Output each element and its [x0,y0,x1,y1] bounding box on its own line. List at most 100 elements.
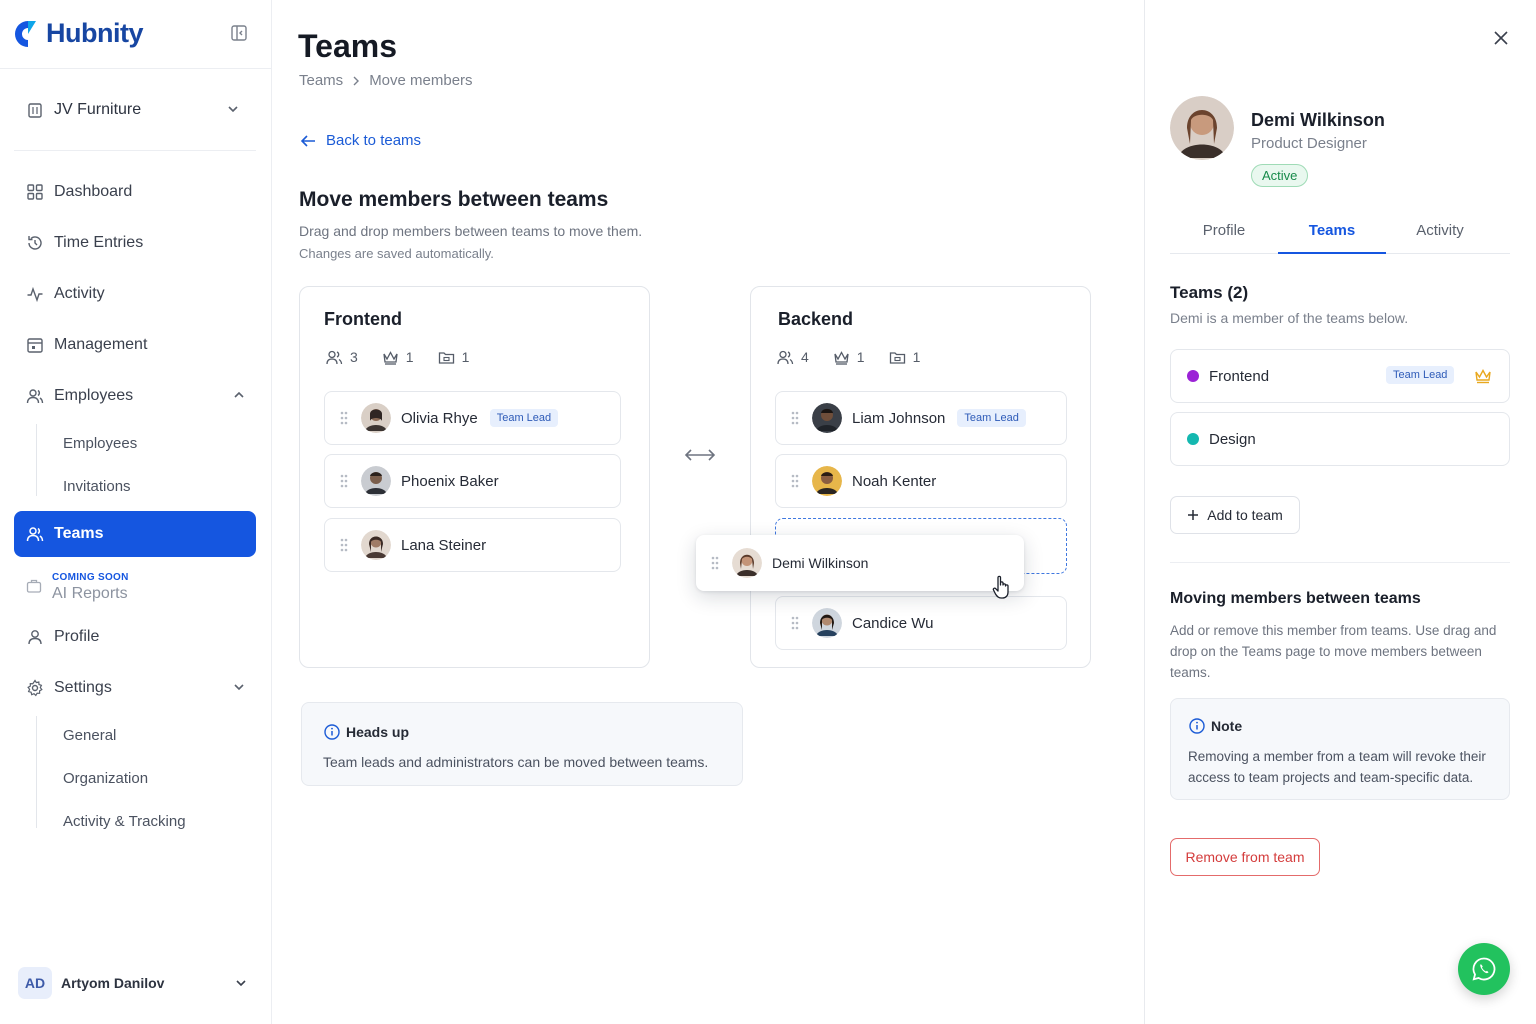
back-to-teams-link[interactable]: Back to teams [300,132,421,149]
sidebar-collapse-icon[interactable] [230,24,248,42]
status-badge: Active [1251,164,1309,187]
sidebar-item-activity[interactable]: Activity [14,271,256,317]
sidebar-item-management[interactable]: Management [14,322,256,368]
member-card[interactable]: Phoenix Baker [324,454,621,508]
sidebar-subitem-organization[interactable]: Organization [63,770,148,787]
member-count: 4 [801,349,809,365]
breadcrumb: Teams Move members [299,72,473,89]
note-body: Removing a member from a team will revok… [1188,749,1486,785]
plus-icon [1188,510,1199,520]
breadcrumb-teams[interactable]: Teams [299,72,343,89]
avatar [812,608,842,638]
member-name: Olivia Rhye [401,409,478,427]
folder-icon [889,351,905,364]
sidebar-item-teams[interactable]: Teams [14,511,256,557]
drag-handle-icon[interactable] [790,410,800,426]
tree-line [36,716,37,828]
chevron-right-icon [353,76,360,85]
dragging-member-card[interactable]: Demi Wilkinson [696,535,1024,591]
tab-teams[interactable]: Teams [1278,214,1386,254]
sidebar-subitem-activity-tracking[interactable]: Activity & Tracking [63,813,186,830]
folder-icon [438,351,454,364]
org-name: JV Furniture [54,101,142,118]
add-to-team-label: Add to team [1207,507,1283,523]
team-row-frontend[interactable]: Frontend Team Lead [1170,349,1510,403]
hubnity-logo-icon [15,21,36,47]
whatsapp-chat-button[interactable] [1458,943,1510,995]
team-lead-badge: Team Lead [489,409,559,427]
member-card[interactable]: Lana Steiner [324,518,621,572]
sidebar-subitem-invitations[interactable]: Invitations [63,478,131,495]
member-detail-panel: Demi Wilkinson Product Designer Active P… [1144,0,1536,1024]
user-menu[interactable]: AD Artyom Danilov [18,966,254,1000]
team-name: Frontend [324,309,402,329]
sidebar-item-time-entries[interactable]: Time Entries [14,220,256,266]
chevron-down-icon [236,980,246,987]
drag-handle-icon[interactable] [790,473,800,489]
main-content: Teams Teams Move members Back to teams M… [272,0,1144,1024]
sidebar-item-label: Time Entries [54,234,144,251]
avatar [361,466,391,496]
close-icon[interactable] [1493,30,1509,46]
sidebar-item-settings[interactable]: Settings [14,665,256,711]
drag-handle-icon[interactable] [790,615,800,631]
chevron-down-icon [228,106,238,113]
member-card[interactable]: Olivia Rhye Team Lead [324,391,621,445]
teams-heading: Teams (2) [1170,283,1249,302]
crown-icon [834,350,849,365]
member-name: Phoenix Baker [401,472,499,490]
drag-handle-icon[interactable] [339,410,349,426]
team-row-design[interactable]: Design [1170,412,1510,466]
user-icon [28,630,42,645]
users-icon [777,350,794,364]
drag-handle-icon[interactable] [339,537,349,553]
tab-profile[interactable]: Profile [1170,214,1278,254]
org-selector[interactable]: JV Furniture [26,96,244,124]
section-description: Drag and drop members between teams to m… [299,223,643,239]
sidebar-subitem-employees[interactable]: Employees [63,435,137,452]
autosave-note: Changes are saved automatically. [299,246,494,261]
remove-from-team-button[interactable]: Remove from team [1170,838,1320,876]
drag-handle-icon[interactable] [710,555,720,571]
drag-handle-icon[interactable] [339,473,349,489]
calendar-icon [27,338,43,353]
team-stats: 3 1 1 [326,349,493,365]
sidebar: Hubnity JV Furniture Dashboard Time Entr… [0,0,272,1024]
grid-icon [27,184,43,200]
team-name: Backend [778,309,854,329]
sidebar-item-dashboard[interactable]: Dashboard [14,169,256,215]
team-lead-badge: Team Lead [1386,366,1455,384]
history-icon [28,236,42,250]
team-card-backend: Backend 4 1 1 Liam Johnson Team Lead Noa… [750,286,1091,668]
member-card[interactable]: Candice Wu [775,596,1067,650]
chevron-down-icon [234,684,244,691]
note-callout: Note Removing a member from a team will … [1170,698,1510,800]
divider [14,150,256,151]
sidebar-item-label: Activity [54,285,105,302]
heads-up-title-row: Heads up [324,724,409,740]
note-title-row: Note [1189,718,1242,734]
avatar [812,466,842,496]
tab-activity[interactable]: Activity [1386,214,1494,254]
project-count: 1 [912,349,921,365]
sidebar-item-label: Dashboard [54,183,133,200]
member-name: Lana Steiner [401,536,487,554]
info-icon [324,724,340,740]
avatar [361,403,391,433]
team-color-dot [1187,433,1199,445]
add-to-team-button[interactable]: Add to team [1170,496,1300,534]
sidebar-item-employees[interactable]: Employees [14,373,256,419]
sidebar-item-profile[interactable]: Profile [14,614,256,660]
heads-up-callout: Heads up Team leads and administrators c… [301,702,743,786]
member-card[interactable]: Liam Johnson Team Lead [775,391,1067,445]
chevron-up-icon [234,391,244,398]
gear-icon [27,679,43,697]
avatar: AD [18,967,52,999]
member-count: 3 [350,349,358,365]
sidebar-item-label: Teams [54,525,104,542]
member-card[interactable]: Noah Kenter [775,454,1067,508]
brand: Hubnity [14,16,258,54]
sidebar-subitem-general[interactable]: General [63,727,116,744]
member-name: Candice Wu [852,614,934,632]
divider [1170,562,1510,563]
